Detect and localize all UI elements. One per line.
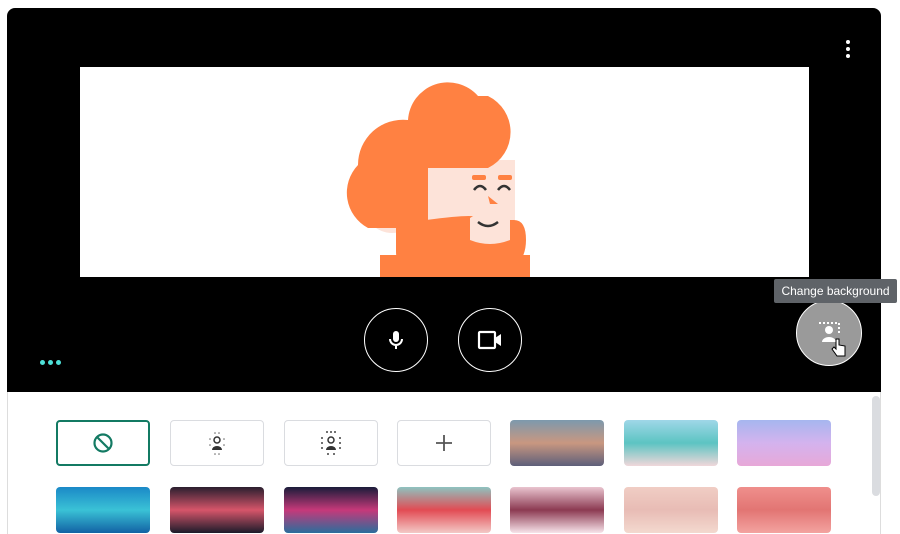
background-option-beach[interactable] [624, 420, 718, 466]
background-option-blur[interactable] [284, 420, 378, 466]
camera-button[interactable] [458, 308, 522, 372]
blur-large-icon [321, 431, 341, 455]
video-camera-icon [477, 330, 501, 350]
background-option-none[interactable] [56, 420, 150, 466]
avatar-illustration [346, 82, 530, 277]
background-option-pink-pattern[interactable] [737, 487, 831, 533]
background-option-flowers[interactable] [397, 487, 491, 533]
self-view-video [80, 67, 809, 277]
block-icon [93, 433, 113, 453]
background-option-purple-clouds[interactable] [737, 420, 831, 466]
blur-small-icon [209, 432, 225, 455]
background-option-galaxy[interactable] [170, 487, 264, 533]
background-option-slight-blur[interactable] [170, 420, 264, 466]
background-option-pool-water[interactable] [56, 487, 150, 533]
background-option-pink-sparkle[interactable] [624, 487, 718, 533]
loading-indicator [40, 360, 61, 365]
background-option-sunset-gradient[interactable] [510, 420, 604, 466]
plus-icon [436, 435, 452, 451]
hand-cursor-icon [831, 338, 846, 357]
more-options-button[interactable] [841, 38, 855, 62]
scrollbar[interactable] [872, 396, 880, 496]
preview-panel [7, 8, 881, 392]
microphone-icon [389, 331, 403, 349]
background-option-fireworks[interactable] [284, 487, 378, 533]
background-option-blossoms[interactable] [510, 487, 604, 533]
upload-background-button[interactable] [397, 420, 491, 466]
tooltip: Change background [774, 279, 897, 303]
change-background-button[interactable] [796, 300, 862, 366]
microphone-button[interactable] [364, 308, 428, 372]
